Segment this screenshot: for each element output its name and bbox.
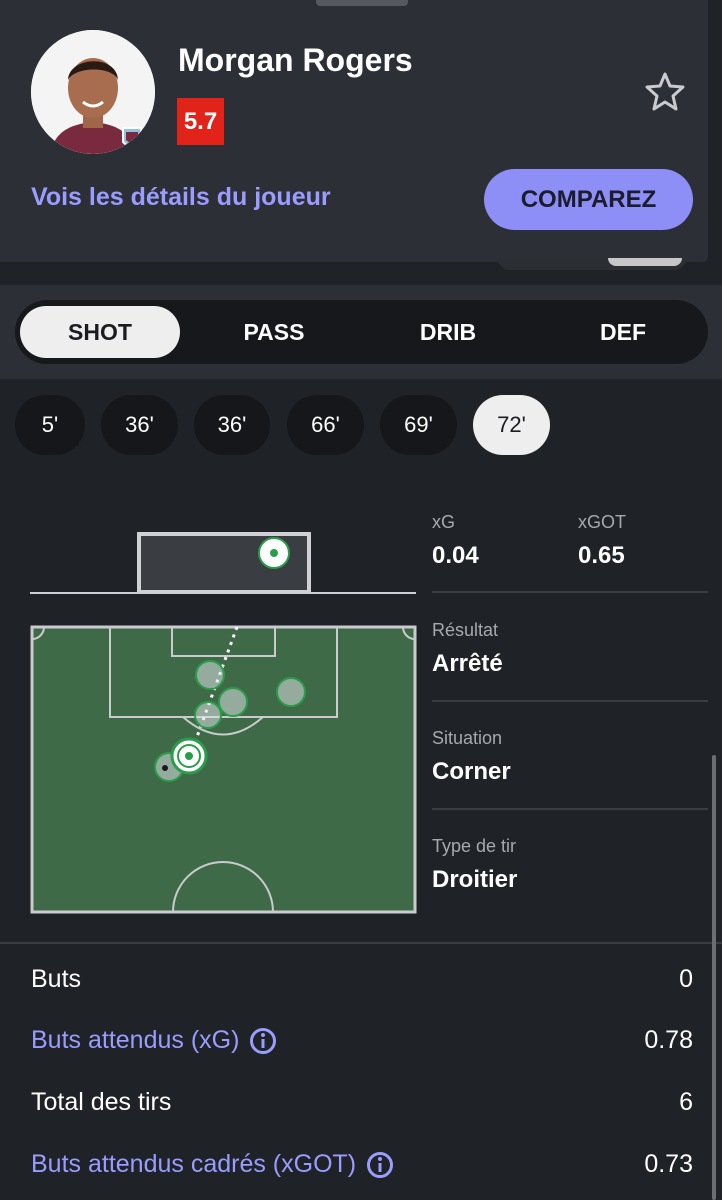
minute-chip[interactable]: 36'	[194, 395, 270, 455]
summary-stats: Buts 0 Buts attendus (xG) 0.78 Total des…	[0, 942, 722, 1200]
goal-frame	[30, 532, 416, 594]
situation-value: Corner	[432, 758, 511, 785]
info-icon[interactable]	[366, 1151, 394, 1179]
divider	[432, 700, 708, 702]
xgot-value: 0.65	[578, 542, 625, 569]
stat-label-link[interactable]: Buts attendus (xG)	[31, 1026, 277, 1055]
divider	[432, 808, 708, 810]
stat-row-goals: Buts 0	[31, 965, 693, 1005]
stat-row-xg[interactable]: Buts attendus (xG) 0.78	[31, 1026, 693, 1066]
result-label: Résultat	[432, 620, 499, 640]
stat-value: 6	[679, 1088, 693, 1116]
minute-chip[interactable]: 66'	[287, 395, 364, 455]
shot-type-value: Droitier	[432, 866, 518, 893]
stat-label: Buts	[31, 965, 82, 993]
minute-chip[interactable]: 5'	[15, 395, 85, 455]
result-value: Arrêté	[432, 650, 503, 677]
rating-badge: 5.7	[177, 98, 224, 145]
collapsed-panel-toggle	[608, 258, 682, 266]
minute-chip[interactable]: 69'	[380, 395, 457, 455]
tab-drib[interactable]: DRIB	[368, 306, 528, 358]
shot-type-label: Type de tir	[432, 836, 517, 856]
tab-pass[interactable]: PASS	[194, 306, 354, 358]
minute-chip-selected[interactable]: 72'	[473, 395, 550, 455]
stat-value: 0.78	[644, 1026, 693, 1054]
player-name: Morgan Rogers	[178, 42, 413, 78]
drag-handle[interactable]	[316, 0, 408, 6]
stat-row-total-shots: Total des tirs 6	[31, 1088, 693, 1128]
star-icon[interactable]	[643, 70, 687, 114]
divider	[432, 591, 708, 593]
selected-shot-marker[interactable]	[170, 737, 208, 775]
xg-value: 0.04	[432, 542, 479, 569]
action-type-tabs: SHOT PASS DRIB DEF	[15, 300, 708, 364]
player-avatar[interactable]	[31, 30, 155, 154]
stat-row-xgot[interactable]: Buts attendus cadrés (xGOT) 0.73	[31, 1150, 693, 1190]
goal-shot-marker	[258, 537, 290, 569]
tab-shot[interactable]: SHOT	[20, 306, 180, 358]
stat-value: 0.73	[644, 1150, 693, 1178]
scrollbar[interactable]	[712, 755, 716, 1200]
shot-map	[30, 532, 417, 914]
stat-label-link[interactable]: Buts attendus cadrés (xGOT)	[31, 1150, 394, 1179]
situation-label: Situation	[432, 728, 503, 748]
tab-def[interactable]: DEF	[543, 306, 703, 358]
player-details-link[interactable]: Vois les détails du joueur	[31, 183, 331, 212]
info-icon[interactable]	[249, 1027, 277, 1055]
xgot-label: xGOT	[578, 512, 626, 532]
minute-chip[interactable]: 36'	[101, 395, 178, 455]
stat-label: Total des tirs	[31, 1088, 172, 1116]
compare-button[interactable]: COMPAREZ	[484, 169, 693, 230]
xg-label: xG	[432, 512, 456, 532]
stat-value: 0	[679, 965, 693, 993]
